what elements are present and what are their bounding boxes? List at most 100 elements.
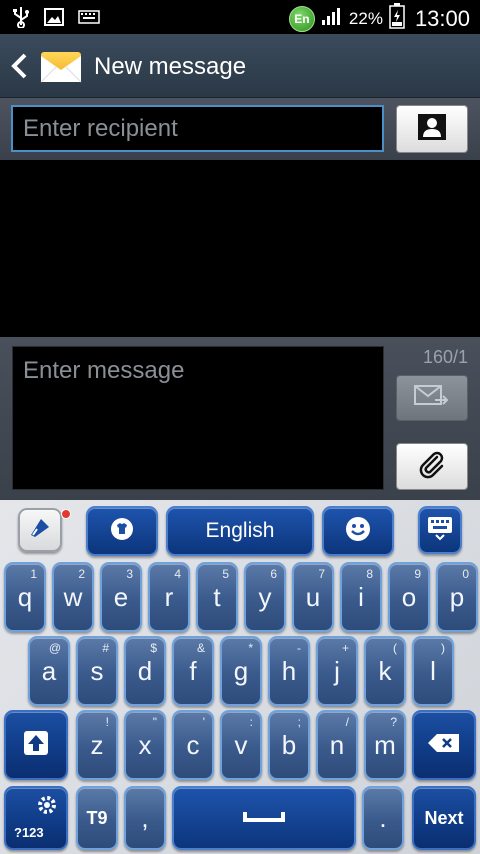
comma-key-label: , [141, 802, 149, 833]
clock: 13:00 [414, 5, 470, 31]
key-label: e [113, 581, 129, 612]
key-j[interactable]: + j [316, 636, 358, 706]
back-icon[interactable] [10, 52, 28, 85]
battery-icon [389, 3, 405, 34]
keyboard-shirt-button[interactable] [86, 506, 158, 556]
key-label: v [234, 729, 248, 760]
language-badge: En [288, 5, 315, 32]
key-hint: " [152, 715, 157, 729]
key-label: t [213, 581, 221, 612]
contacts-button[interactable] [396, 105, 468, 153]
key-label: w [63, 581, 83, 612]
space-key[interactable] [172, 786, 356, 850]
backspace-icon [427, 732, 461, 759]
key-k[interactable]: (k [364, 636, 406, 706]
key-l[interactable]: ) l [412, 636, 454, 706]
key-hint: / [345, 715, 349, 729]
message-input[interactable] [12, 346, 384, 490]
attach-button[interactable] [396, 443, 468, 490]
page-title: New message [94, 53, 247, 80]
key-s[interactable]: # s [76, 636, 118, 706]
next-key[interactable]: Next [412, 786, 476, 850]
conversation-area [0, 160, 480, 337]
key-z[interactable]: ! z [76, 710, 118, 780]
key-label: x [138, 729, 152, 760]
key-r[interactable]: 4r [148, 562, 190, 632]
t9-key[interactable]: T9 [76, 786, 118, 850]
symbols-key[interactable]: ?123 [4, 786, 68, 850]
key-label: b [281, 729, 297, 760]
key-c[interactable]: ' c [172, 710, 214, 780]
space-icon [242, 808, 286, 829]
backspace-key[interactable] [412, 710, 476, 780]
key-i[interactable]: 8i [340, 562, 382, 632]
key-label: u [305, 581, 321, 612]
key-label: y [258, 581, 272, 612]
paperclip-icon [417, 449, 447, 484]
comma-key[interactable]: , [124, 786, 166, 850]
key-e[interactable]: 3e [100, 562, 142, 632]
key-w[interactable]: 2w [52, 562, 94, 632]
key-u[interactable]: 7u [292, 562, 334, 632]
usb-icon [12, 6, 30, 33]
key-label: i [358, 581, 364, 612]
key-hint: 1 [30, 567, 37, 581]
key-label: f [189, 655, 197, 686]
smiley-icon [344, 515, 372, 548]
period-key-label: . [379, 802, 387, 833]
key-y[interactable]: 6y [244, 562, 286, 632]
gear-icon [36, 794, 58, 821]
key-b[interactable]: ; b [268, 710, 310, 780]
next-key-label: Next [424, 807, 464, 828]
key-hint: @ [48, 641, 61, 655]
send-button[interactable] [396, 375, 468, 421]
key-h[interactable]: -h [268, 636, 310, 706]
key-hint: 7 [318, 567, 325, 581]
keyboard-hide-key[interactable] [418, 506, 462, 554]
keyboard-icon [78, 10, 100, 29]
key-hint: $ [150, 641, 157, 655]
key-label: d [137, 655, 153, 686]
key-g[interactable]: * g [220, 636, 262, 706]
key-label: l [430, 655, 436, 686]
emoji-key[interactable] [322, 506, 394, 556]
key-hint: - [297, 641, 301, 655]
keyboard-icon [426, 515, 454, 546]
key-label: s [90, 655, 104, 686]
keyboard-theme-button[interactable] [18, 508, 62, 552]
signal-icon [321, 6, 343, 31]
key-a[interactable]: @ a [28, 636, 70, 706]
key-hint: * [248, 641, 253, 655]
key-hint: # [102, 641, 109, 655]
recipient-input[interactable] [11, 105, 384, 152]
period-key[interactable]: . [362, 786, 404, 850]
key-hint: 0 [462, 567, 469, 581]
key-x[interactable]: " x [124, 710, 166, 780]
key-q[interactable]: 1q [4, 562, 46, 632]
key-hint: ' [202, 715, 205, 729]
key-n[interactable]: / n [316, 710, 358, 780]
key-o[interactable]: 9o [388, 562, 430, 632]
key-t[interactable]: 5t [196, 562, 238, 632]
shirt-icon [109, 517, 135, 546]
key-hint: : [249, 715, 253, 729]
key-label: m [374, 729, 396, 760]
key-label: c [186, 729, 200, 760]
key-hint: & [196, 641, 205, 655]
shift-key[interactable] [4, 710, 68, 780]
key-v[interactable]: :v [220, 710, 262, 780]
key-p[interactable]: 0p [436, 562, 478, 632]
key-d[interactable]: $ d [124, 636, 166, 706]
key-f[interactable]: & f [172, 636, 214, 706]
key-hint: 2 [78, 567, 85, 581]
t9-key-label: T9 [86, 807, 108, 828]
key-hint: ) [441, 641, 445, 655]
key-m[interactable]: ? m [364, 710, 406, 780]
image-icon [44, 8, 64, 31]
key-hint: 6 [270, 567, 277, 581]
key-label: g [233, 655, 249, 686]
language-key[interactable]: English [166, 506, 314, 556]
key-hint: 3 [126, 567, 133, 581]
char-count: 160/1 [422, 347, 468, 367]
notification-dot [61, 509, 71, 519]
